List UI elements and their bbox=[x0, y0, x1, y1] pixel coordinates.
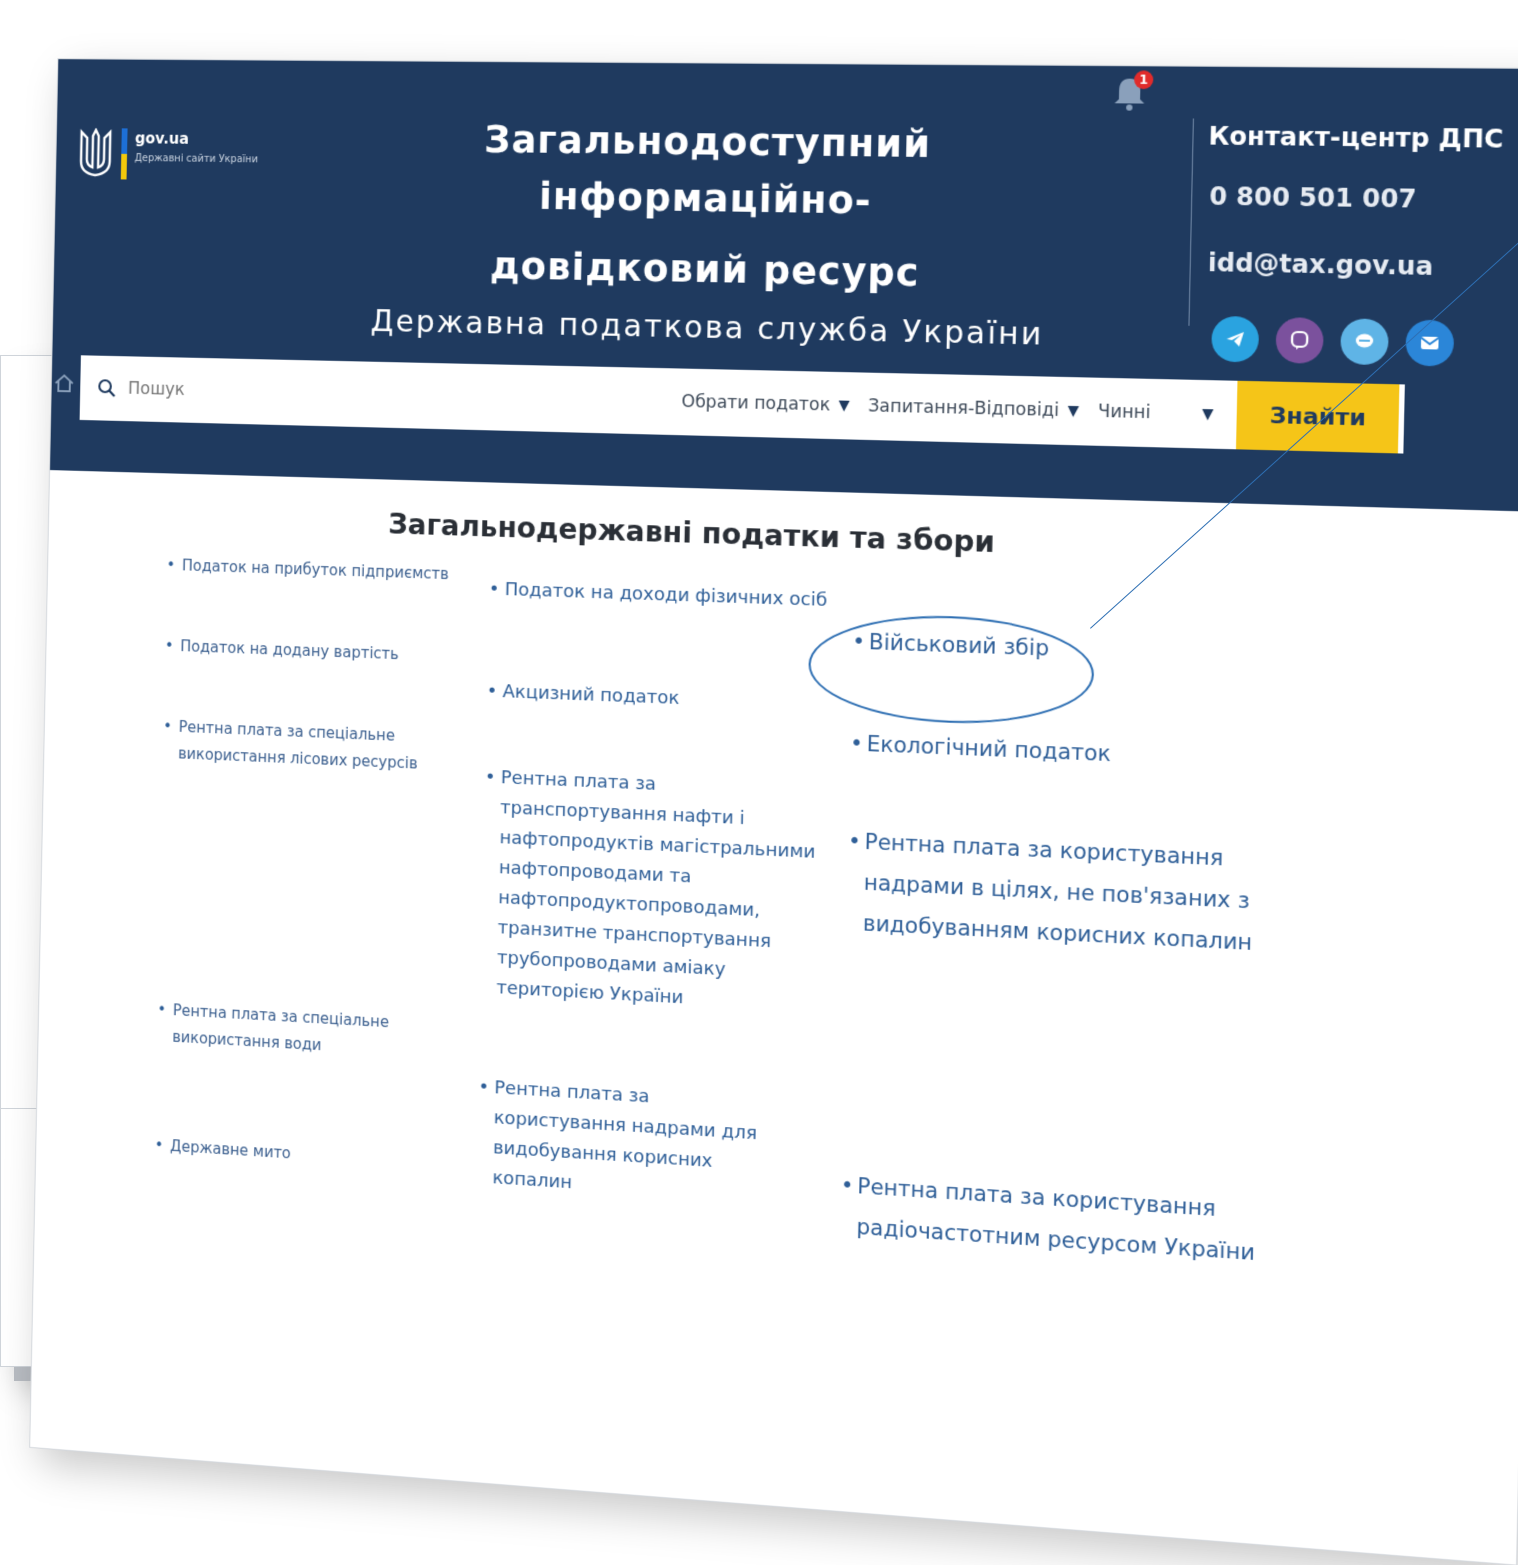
site-header: gov.ua Державні сайти України Загальнодо… bbox=[50, 59, 1518, 512]
tax-link[interactable]: Екологічний податок bbox=[866, 724, 1246, 781]
logo-subtitle: Державні сайти України bbox=[134, 153, 259, 166]
search-input[interactable] bbox=[125, 377, 601, 412]
qa-select-label: Запитання-Відповіді bbox=[867, 396, 1060, 422]
viber-icon[interactable] bbox=[1275, 317, 1324, 364]
chat-icon[interactable] bbox=[1340, 318, 1389, 366]
status-select-label: Чинні bbox=[1097, 401, 1151, 424]
contact-email[interactable]: idd@tax.gov.ua bbox=[1208, 245, 1501, 285]
tax-link[interactable]: Податок на доходи фізичних осіб bbox=[504, 575, 849, 617]
tax-link[interactable]: Рентна плата за спеціальне використання … bbox=[172, 997, 407, 1064]
trident-icon bbox=[77, 128, 114, 179]
ukraine-flag bbox=[120, 128, 128, 180]
telegram-icon[interactable] bbox=[1211, 315, 1260, 363]
chevron-down-icon: ▼ bbox=[838, 397, 850, 415]
mail-icon[interactable] bbox=[1405, 319, 1455, 367]
tax-link[interactable]: Податок на прибуток підприємств bbox=[182, 553, 496, 590]
find-button[interactable]: Знайти bbox=[1236, 380, 1400, 454]
contact-title: Контакт-центр ДПС bbox=[1208, 121, 1504, 154]
tax-link[interactable]: Акцизний податок bbox=[502, 677, 806, 719]
contact-center: Контакт-центр ДПС 0 800 501 007 idd@tax.… bbox=[1188, 118, 1504, 332]
qa-select[interactable]: Запитання-Відповіді ▼ bbox=[868, 396, 1079, 422]
site-title-line2: довідковий ресурс bbox=[489, 244, 921, 295]
status-select[interactable]: Чинні ▼ bbox=[1098, 401, 1214, 424]
gov-ua-logo[interactable]: gov.ua Державні сайти України bbox=[77, 128, 259, 181]
tax-select-label: Обрати податок bbox=[681, 391, 831, 416]
site-title: Загальнодоступний інформаційно- довідков… bbox=[322, 111, 1099, 362]
tax-link[interactable]: Рентна плата за транспортування нафти і … bbox=[496, 763, 825, 1021]
chevron-down-icon: ▼ bbox=[1067, 402, 1080, 420]
tax-link[interactable]: Рентна плата за користування надрами для… bbox=[492, 1073, 777, 1211]
tax-link[interactable]: Рентна плата за спеціальне використання … bbox=[178, 714, 452, 779]
tax-link[interactable]: Рентна плата за користування радіочастот… bbox=[856, 1166, 1279, 1275]
chevron-down-icon: ▼ bbox=[1201, 405, 1214, 423]
site-title-line1: Загальнодоступний інформаційно- bbox=[483, 118, 932, 223]
contact-phone[interactable]: 0 800 501 007 bbox=[1209, 179, 1502, 218]
tax-link[interactable]: Державне мито bbox=[170, 1133, 404, 1174]
search-bar: Обрати податок ▼ Запитання-Відповіді ▼ Ч… bbox=[79, 355, 1405, 454]
search-icon bbox=[97, 378, 117, 398]
social-links bbox=[1211, 315, 1455, 367]
logo-domain: gov.ua bbox=[134, 129, 190, 148]
tax-link[interactable]: Рентна плата за користування надрами в ц… bbox=[862, 821, 1286, 965]
site-subtitle: Державна податкова служба України bbox=[370, 303, 1044, 353]
screenshot-card: gov.ua Державні сайти України Загальнодо… bbox=[30, 59, 1518, 1565]
tax-select[interactable]: Обрати податок ▼ bbox=[681, 392, 849, 416]
home-icon[interactable] bbox=[53, 372, 74, 394]
tax-link[interactable]: Податок на додану вартість bbox=[180, 633, 454, 670]
